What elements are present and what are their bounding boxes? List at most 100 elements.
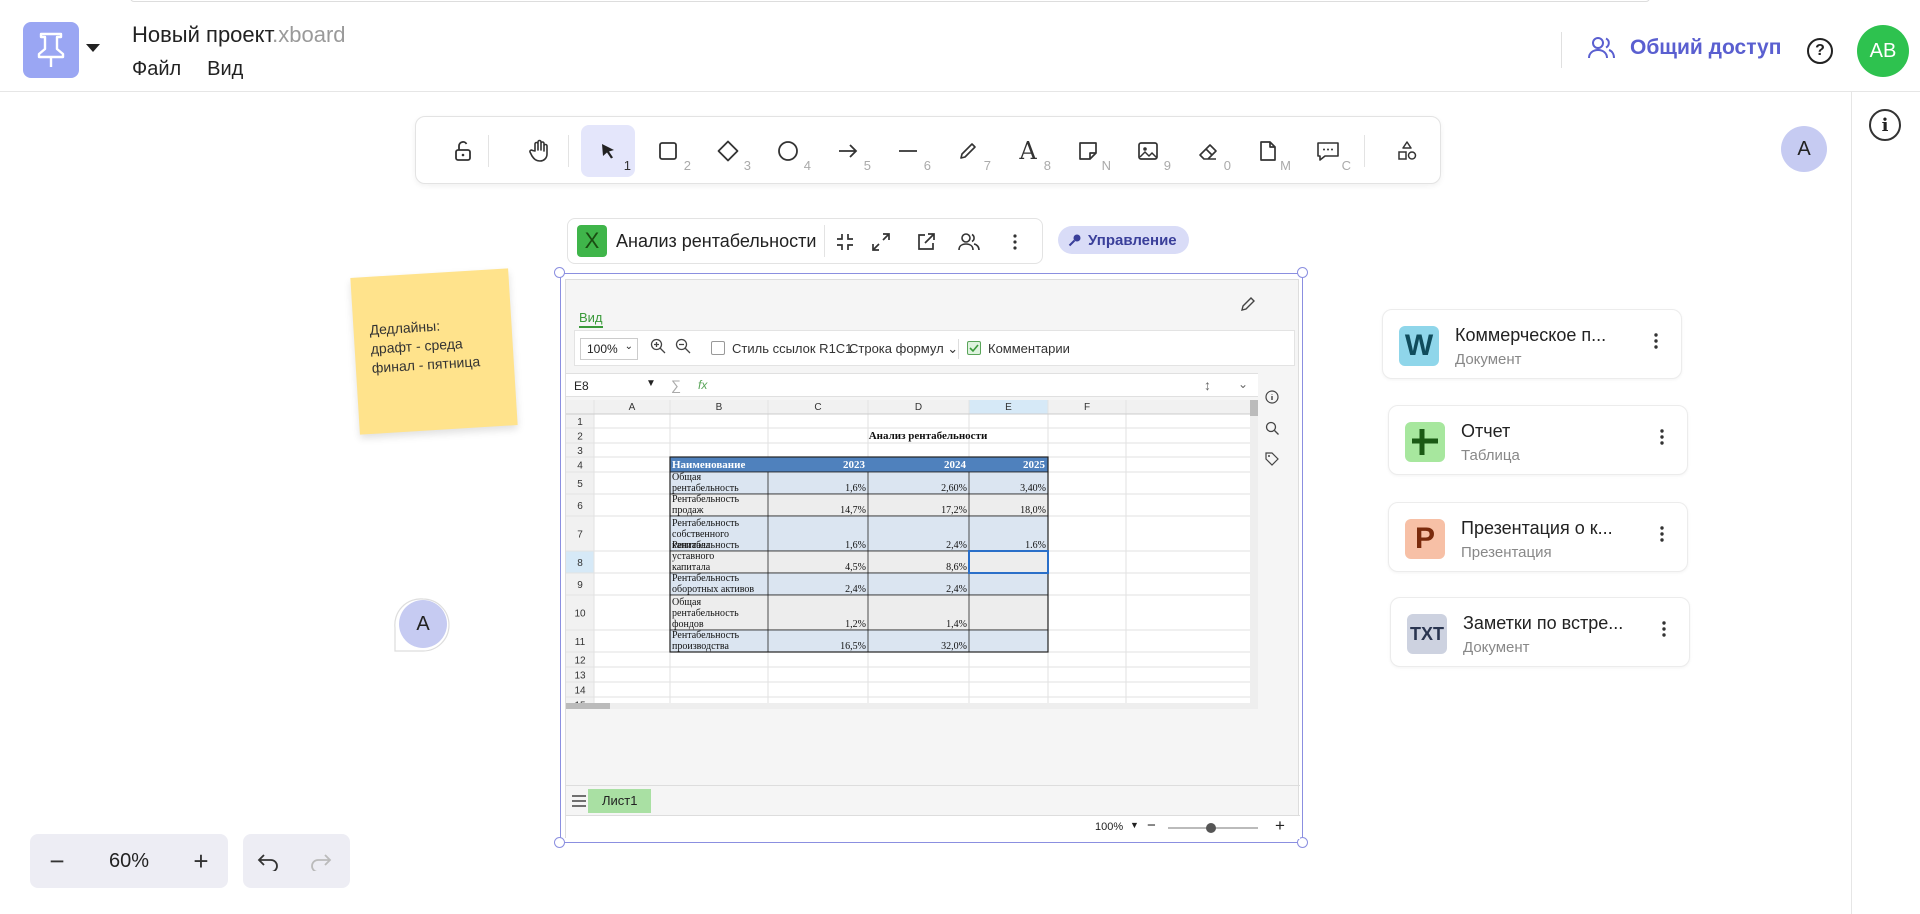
card-more-icon[interactable] [1653, 332, 1659, 355]
resize-formula-icon[interactable]: ↕ [1204, 377, 1211, 393]
zoom-out-icon[interactable] [675, 338, 691, 359]
shapes-icon[interactable] [1380, 125, 1434, 177]
row-header-label: 13 [574, 671, 586, 682]
sheet-tag-icon[interactable] [1265, 452, 1279, 471]
header-divider [1561, 32, 1562, 68]
doc-card[interactable]: W Коммерческое п... Документ [1382, 309, 1682, 379]
line-icon[interactable]: 6 [881, 125, 935, 177]
ellipse-icon[interactable]: 4 [761, 125, 815, 177]
embed-title[interactable]: Анализ рентабельности [616, 231, 816, 252]
arrow-icon[interactable]: 5 [821, 125, 875, 177]
table-cell-value: 1,6% [845, 483, 866, 494]
open-external-icon[interactable] [911, 227, 941, 257]
eraser-icon[interactable]: 0 [1181, 125, 1235, 177]
name-box-caret-icon[interactable]: ▼ [646, 378, 656, 389]
embed-header: X Анализ рентабельности [567, 218, 1043, 264]
document-title[interactable]: Новый проект.xboard [132, 22, 346, 48]
table-cell-name: капитала [672, 562, 711, 573]
collapse-icon[interactable] [830, 227, 860, 257]
card-more-icon[interactable] [1659, 525, 1665, 548]
sticky-note[interactable]: Дедлайны: драфт - среда финал - пятница [350, 268, 518, 435]
sheet-tab-1[interactable]: Лист1 [588, 789, 652, 813]
more-icon[interactable] [1000, 227, 1030, 257]
sheet-side-tools [1258, 373, 1286, 703]
zoom-in-icon[interactable] [650, 338, 666, 359]
text-icon[interactable]: A8 [1001, 125, 1055, 177]
comment-icon[interactable]: C [1301, 125, 1355, 177]
cursor-icon[interactable]: 1 [581, 125, 635, 177]
doc-card[interactable]: P Презентация о к... Презентация [1388, 502, 1688, 572]
app-menu-caret-icon[interactable] [86, 44, 100, 52]
sticky-note-icon[interactable]: N [1061, 125, 1115, 177]
row-header-label: 7 [577, 530, 583, 541]
column-header-label: F [1084, 402, 1090, 413]
card-type: Документ [1463, 639, 1530, 656]
table-cell-name: Общая [672, 472, 701, 483]
sheet-search-icon[interactable] [1265, 421, 1279, 440]
pencil-icon[interactable]: 7 [941, 125, 995, 177]
status-zoom-slider-thumb[interactable] [1206, 823, 1216, 833]
formula-bar-toggle[interactable]: Строка формул ⌄ [849, 341, 958, 357]
edit-pencil-icon[interactable] [1240, 296, 1256, 317]
sheet-list-icon[interactable] [572, 794, 586, 812]
redo-icon[interactable] [310, 851, 332, 876]
ribbon-tab-view[interactable]: Вид [579, 310, 603, 328]
share-button[interactable]: Общий доступ [1588, 36, 1781, 60]
unlock-icon[interactable] [436, 125, 490, 177]
zoom-level[interactable]: 60% [84, 850, 174, 873]
hand-icon[interactable] [513, 125, 567, 177]
sheet-grid[interactable]: ABCDEF123456789101112131415Анализ рентаб… [566, 400, 1258, 709]
help-icon[interactable]: ? [1807, 38, 1833, 64]
resize-handle-top-right[interactable] [1297, 267, 1308, 278]
expand-icon[interactable] [866, 227, 896, 257]
comment-bubble[interactable]: A [392, 597, 454, 655]
zoom-out-button[interactable]: − [30, 834, 84, 888]
sheet-info-icon[interactable] [1265, 390, 1279, 409]
spreadsheet-embed: Вид 100% ⌄ Стиль ссылок R1C1 Строка форму… [565, 279, 1300, 839]
card-more-icon[interactable] [1659, 428, 1665, 451]
word-doc-icon: W [1399, 326, 1439, 366]
horizontal-scrollbar[interactable] [566, 703, 1258, 709]
user-avatar[interactable]: AB [1857, 25, 1909, 77]
status-zoom-caret-icon[interactable]: ▼ [1130, 820, 1139, 830]
table-cell-name: рентабельность [672, 608, 739, 619]
status-zoom-out-icon[interactable]: − [1147, 817, 1156, 834]
status-zoom[interactable]: 100% [1095, 821, 1123, 833]
name-box[interactable]: E8 [574, 379, 589, 393]
vertical-scrollbar[interactable] [1250, 400, 1258, 709]
toolbar-separator [1364, 135, 1365, 167]
formula-expand-icon[interactable]: ⌄ [1238, 377, 1248, 391]
column-header-label: B [716, 402, 723, 413]
table-cell-name: Рентабельность [672, 540, 740, 551]
resize-handle-top-left[interactable] [554, 267, 565, 278]
image-icon[interactable]: 9 [1121, 125, 1175, 177]
fx-icon[interactable]: fx [698, 378, 707, 392]
collaborator-avatar[interactable]: A [1781, 126, 1827, 172]
zoom-select[interactable]: 100% ⌄ [580, 338, 638, 360]
row-header-label: 14 [574, 686, 586, 697]
doc-card[interactable]: Отчет Таблица [1388, 405, 1688, 475]
spreadsheet-app-icon: X [577, 225, 607, 257]
table-cell-value: 1,2% [845, 619, 866, 630]
pin-app-icon[interactable] [23, 22, 79, 78]
sum-icon[interactable]: ∑ [671, 377, 681, 393]
doc-card[interactable]: TXT Заметки по встре... Документ [1390, 597, 1690, 667]
manage-badge[interactable]: Управление [1058, 226, 1189, 254]
zoom-in-button[interactable]: + [174, 834, 228, 888]
users-icon[interactable] [954, 227, 984, 257]
info-icon[interactable]: i [1869, 109, 1901, 141]
diamond-icon[interactable]: 3 [701, 125, 755, 177]
r1c1-checkbox[interactable] [711, 341, 725, 355]
menu-file[interactable]: Файл [132, 58, 181, 81]
rectangle-icon[interactable]: 2 [641, 125, 695, 177]
status-zoom-in-icon[interactable]: + [1275, 816, 1285, 836]
table-cell-value: 4,5% [845, 562, 866, 573]
menu-view[interactable]: Вид [207, 58, 243, 81]
comments-checkbox[interactable] [967, 341, 981, 355]
card-more-icon[interactable] [1661, 620, 1667, 643]
sheet-grid-canvas: ABCDEF123456789101112131415Анализ рентаб… [566, 400, 1258, 709]
file-icon[interactable]: M [1241, 125, 1295, 177]
resize-handle-bottom-left[interactable] [554, 837, 565, 848]
row-header-label: 2 [577, 432, 583, 443]
undo-icon[interactable] [257, 851, 279, 876]
